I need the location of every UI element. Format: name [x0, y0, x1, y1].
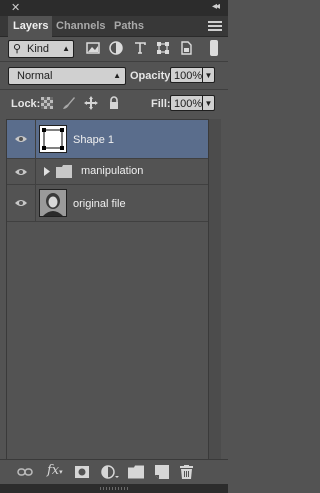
- fx-icon[interactable]: fx▾: [47, 463, 63, 478]
- visibility-cell: [7, 159, 36, 184]
- blend-mode-value: Normal: [17, 70, 53, 82]
- fill-label: Fill:: [151, 98, 171, 110]
- layer-name[interactable]: manipulation: [81, 165, 143, 177]
- layers-list: Shape 1 manipulation original file: [6, 119, 209, 461]
- adjustment-layer-filter-icon[interactable]: [109, 41, 123, 55]
- layer-thumbnail: [39, 125, 67, 153]
- opacity-input[interactable]: 100%: [170, 67, 203, 83]
- divider: [0, 89, 228, 90]
- eye-icon[interactable]: [15, 168, 27, 176]
- eye-icon[interactable]: [15, 135, 27, 143]
- eye-icon[interactable]: [15, 199, 27, 207]
- shape-layer-filter-icon[interactable]: [156, 41, 170, 55]
- blend-row: Normal ▲ Opacity: 100% ▼: [0, 64, 228, 88]
- resize-grip[interactable]: [100, 487, 128, 490]
- layer-row-manipulation[interactable]: manipulation: [7, 159, 209, 185]
- divider: [0, 61, 228, 62]
- type-layer-filter-icon[interactable]: [133, 41, 147, 55]
- pixel-layer-filter-icon[interactable]: [86, 41, 100, 55]
- updown-arrows-icon: ▲: [62, 44, 70, 53]
- collapse-panel-button[interactable]: ◂◂: [212, 1, 220, 12]
- link-layers-icon[interactable]: [17, 465, 33, 479]
- lock-image-pixels-icon[interactable]: [62, 96, 76, 110]
- tab-channels[interactable]: Channels: [56, 16, 106, 36]
- folder-icon: [56, 165, 72, 178]
- filter-toggle-switch[interactable]: [210, 40, 218, 56]
- panel-title-bar: ✕ ◂◂: [0, 0, 228, 16]
- tab-paths[interactable]: Paths: [114, 16, 144, 36]
- blend-mode-select[interactable]: Normal ▲: [8, 67, 126, 85]
- smart-object-filter-icon[interactable]: [179, 41, 193, 55]
- expand-arrow-icon[interactable]: [44, 167, 50, 176]
- search-icon: ⚲: [13, 43, 22, 55]
- panel-tabs: Layers Channels Paths: [0, 16, 228, 37]
- opacity-label: Opacity:: [130, 70, 175, 82]
- layer-name[interactable]: original file: [73, 198, 126, 210]
- portrait-thumbnail-image: [40, 190, 66, 216]
- adjustment-layer-icon[interactable]: [101, 465, 119, 479]
- add-mask-icon[interactable]: [75, 465, 89, 479]
- new-group-icon[interactable]: [128, 465, 144, 479]
- panel-menu-icon[interactable]: [208, 19, 222, 31]
- layer-filter-bar: ⚲ Kind ▲: [0, 37, 228, 61]
- filter-kind-select[interactable]: ⚲ Kind ▲: [8, 40, 74, 58]
- new-layer-icon[interactable]: [155, 465, 169, 479]
- layer-thumbnail: [39, 189, 67, 217]
- fill-input[interactable]: 100%: [170, 95, 203, 111]
- lock-position-icon[interactable]: [84, 96, 98, 110]
- lock-label: Lock:: [11, 98, 41, 110]
- fill-dropdown-button[interactable]: ▼: [202, 95, 215, 111]
- visibility-cell: [7, 185, 36, 221]
- updown-arrows-icon: ▲: [113, 71, 121, 80]
- filter-kind-label: Kind: [27, 43, 50, 55]
- lock-row: Lock: Fill: 100% ▼: [0, 92, 228, 116]
- opacity-dropdown-button[interactable]: ▼: [202, 67, 215, 83]
- tab-layers[interactable]: Layers: [8, 16, 52, 37]
- layers-scrollbar[interactable]: [208, 119, 221, 459]
- layer-row-shape-1[interactable]: Shape 1: [7, 120, 209, 159]
- trash-icon[interactable]: [180, 465, 193, 479]
- layers-bottom-toolbar: fx▾: [0, 459, 228, 484]
- lock-transparent-pixels-icon[interactable]: [40, 96, 54, 110]
- layer-row-original-file[interactable]: original file: [7, 185, 209, 222]
- layer-name[interactable]: Shape 1: [73, 134, 114, 146]
- shape-thumbnail-icon: [42, 128, 64, 150]
- panel-resize-footer: [0, 484, 228, 493]
- lock-all-icon[interactable]: [107, 96, 121, 110]
- visibility-cell: [7, 120, 36, 158]
- close-panel-button[interactable]: ✕: [11, 1, 20, 14]
